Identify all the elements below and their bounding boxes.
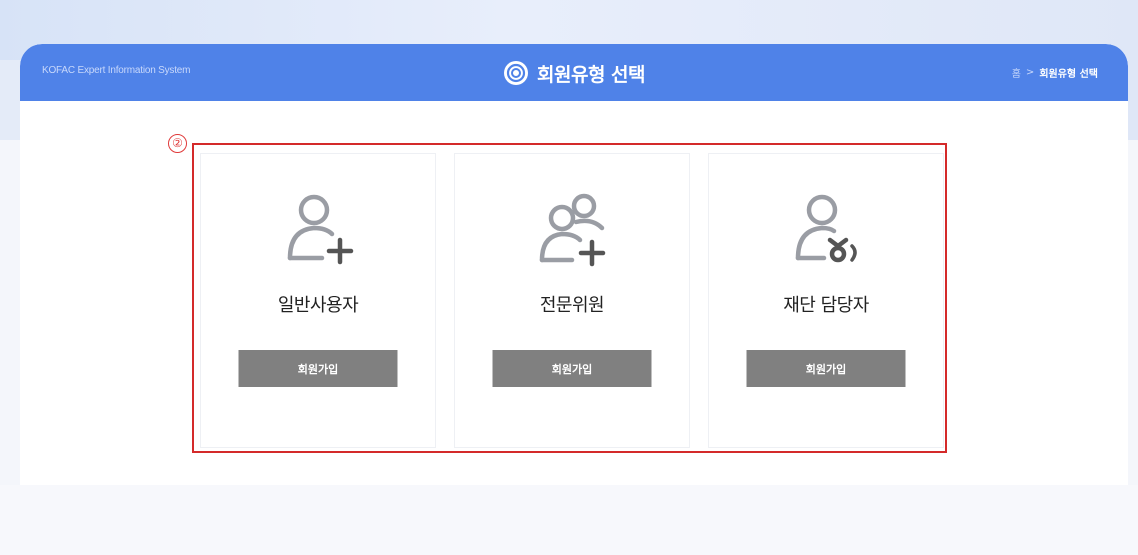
breadcrumb-separator: >: [1025, 67, 1035, 78]
breadcrumb-home-link[interactable]: 홈: [1012, 65, 1021, 80]
highlight-box: [192, 143, 947, 453]
target-icon: [504, 61, 528, 85]
breadcrumb: 홈 > 회원유형 선택: [1012, 65, 1098, 80]
page-title-group: 회원유형 선택: [503, 58, 646, 88]
brand-text: KOFAC Expert Information System: [42, 65, 191, 76]
page-title: 회원유형 선택: [537, 63, 646, 86]
breadcrumb-current: 회원유형 선택: [1039, 69, 1098, 80]
page-footer-background: [0, 485, 1138, 555]
page-header: KOFAC Expert Information System 회원유형 선택 …: [20, 44, 1128, 101]
background-decoration: [0, 60, 20, 140]
step-marker: ②: [168, 134, 187, 153]
